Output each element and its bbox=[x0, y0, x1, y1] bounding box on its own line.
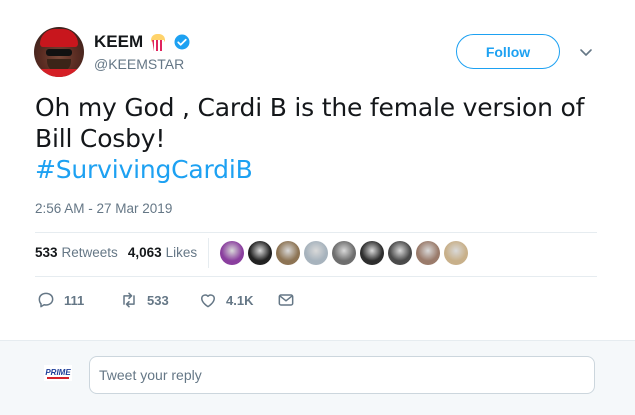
author-avatar[interactable] bbox=[34, 27, 84, 77]
tweet-stats: 533 Retweets 4,063 Likes bbox=[35, 245, 207, 260]
likes-stat[interactable]: 4,063 Likes bbox=[128, 245, 197, 260]
popcorn-icon bbox=[149, 33, 167, 51]
author-handle[interactable]: @KEEMSTAR bbox=[94, 56, 184, 72]
tweet-text: Oh my God , Cardi B is the female versio… bbox=[35, 92, 605, 185]
like-button[interactable]: 4.1K bbox=[198, 290, 253, 310]
prime-logo-avatar: PRIME bbox=[44, 365, 72, 381]
retweet-icon bbox=[123, 292, 135, 308]
liker-avatar[interactable] bbox=[360, 241, 384, 265]
verified-badge-icon bbox=[174, 34, 190, 50]
hashtag-link[interactable]: #SurvivingCardiB bbox=[35, 154, 605, 185]
reply-bar: PRIME Tweet your reply bbox=[0, 340, 635, 415]
liker-avatars bbox=[220, 241, 468, 265]
author-display-name[interactable]: KEEM bbox=[94, 32, 143, 52]
retweets-label: Retweets bbox=[61, 245, 118, 260]
retweet-count: 533 bbox=[147, 292, 169, 308]
heart-icon bbox=[201, 294, 215, 308]
tweet-text-line: Oh my God , Cardi B is the female versio… bbox=[35, 93, 585, 122]
likes-count: 4,063 bbox=[127, 245, 162, 260]
tweet-text-line: Bill Cosby! bbox=[35, 124, 166, 153]
prime-logo-text: PRIME bbox=[45, 368, 71, 377]
liker-avatar[interactable] bbox=[276, 241, 300, 265]
divider bbox=[35, 232, 597, 233]
author-name-row: KEEM bbox=[94, 32, 191, 52]
tweet-timestamp[interactable]: 2:56 AM - 27 Mar 2019 bbox=[35, 201, 172, 216]
direct-message-button[interactable] bbox=[276, 290, 296, 310]
reply-count: 111 bbox=[64, 292, 85, 308]
tweet-card: KEEM @KEEMSTAR Follow Oh my God , Cardi … bbox=[0, 0, 635, 340]
likes-label: Likes bbox=[165, 245, 198, 260]
reply-button[interactable]: 111 bbox=[36, 290, 84, 310]
retweets-count: 533 bbox=[35, 245, 58, 260]
reply-icon bbox=[38, 292, 54, 308]
divider bbox=[35, 276, 597, 277]
retweets-stat[interactable]: 533 Retweets bbox=[35, 245, 118, 260]
liker-avatar[interactable] bbox=[388, 241, 412, 265]
chevron-down-icon[interactable] bbox=[578, 44, 594, 60]
envelope-icon bbox=[278, 294, 294, 306]
liker-avatar[interactable] bbox=[416, 241, 440, 265]
liker-avatar[interactable] bbox=[304, 241, 328, 265]
liker-avatar[interactable] bbox=[444, 241, 468, 265]
liker-avatar[interactable] bbox=[332, 241, 356, 265]
reply-input[interactable]: Tweet your reply bbox=[89, 356, 595, 394]
retweet-button[interactable]: 533 bbox=[119, 290, 169, 310]
like-count: 4.1K bbox=[226, 292, 254, 308]
liker-avatar[interactable] bbox=[220, 241, 244, 265]
divider bbox=[208, 238, 209, 268]
follow-button[interactable]: Follow bbox=[456, 34, 560, 69]
liker-avatar[interactable] bbox=[248, 241, 272, 265]
